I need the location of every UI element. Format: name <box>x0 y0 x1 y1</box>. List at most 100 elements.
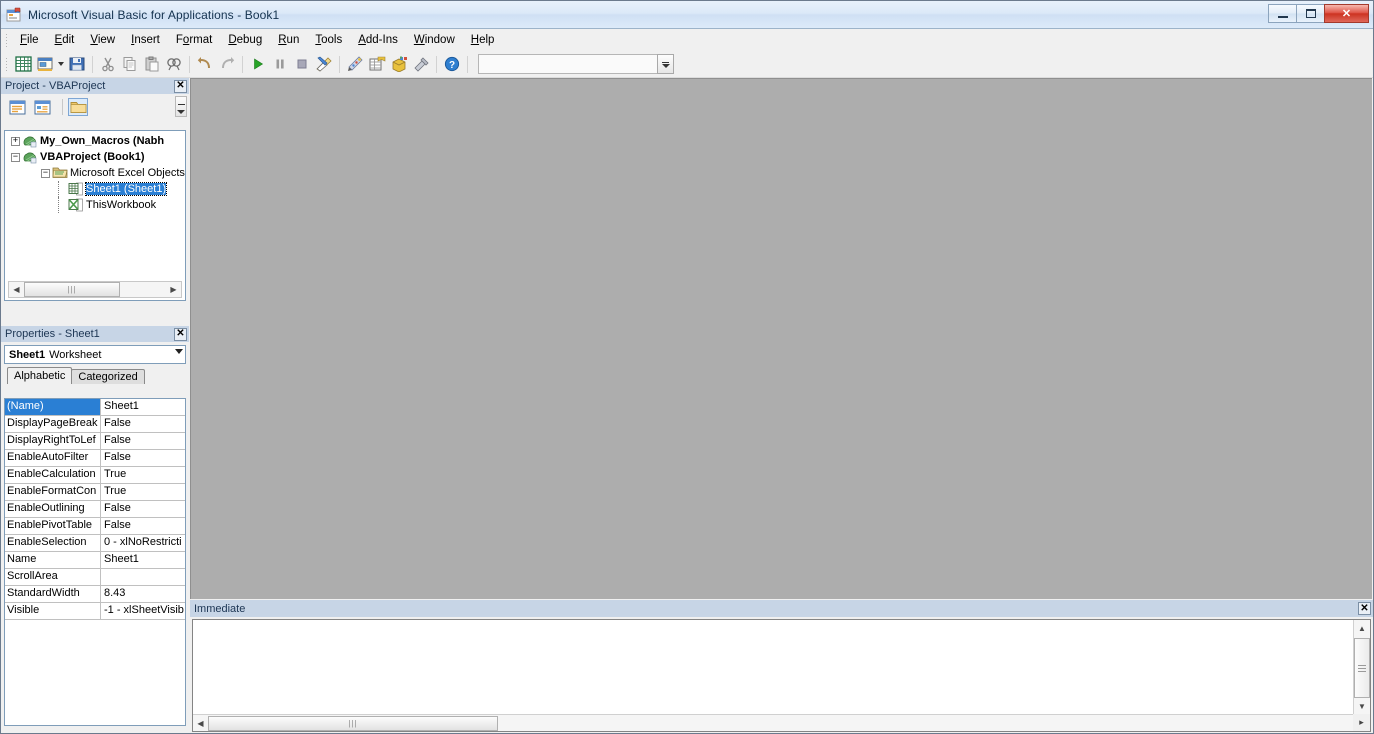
hscroll-thumb[interactable]: ||| <box>208 715 498 731</box>
close-button[interactable]: ✕ <box>1324 4 1369 23</box>
tree-item-excel-objects[interactable]: − Microsoft Excel Objects <box>5 165 185 181</box>
property-value[interactable]: False <box>101 416 185 432</box>
insert-dropdown-icon[interactable] <box>56 53 66 75</box>
property-value[interactable] <box>101 569 185 585</box>
immediate-input[interactable] <box>193 620 1353 714</box>
tree-item-thisworkbook[interactable]: ThisWorkbook <box>5 197 185 213</box>
menu-window[interactable]: Window <box>406 31 463 49</box>
immediate-hscrollbar[interactable]: ◀ ||| <box>193 714 1353 731</box>
collapse-icon[interactable]: − <box>11 152 20 162</box>
project-explorer-close-icon[interactable]: ✕ <box>174 79 187 93</box>
properties-grid[interactable]: (Name) Sheet1 DisplayPageBreak False Dis… <box>4 398 186 726</box>
scroll-down-icon[interactable]: ▼ <box>1354 698 1370 714</box>
table-row[interactable]: Visible -1 - xlSheetVisib <box>5 603 185 620</box>
table-row[interactable]: EnableSelection 0 - xlNoRestricti <box>5 535 185 552</box>
table-row[interactable]: DisplayRightToLef False <box>5 433 185 450</box>
tab-alphabetic[interactable]: Alphabetic <box>7 367 73 384</box>
menu-tools[interactable]: Tools <box>307 31 350 49</box>
project-tree[interactable]: + My_Own_Macros (Nabh − VBAProject (Book… <box>4 130 186 301</box>
property-value[interactable]: False <box>101 501 185 517</box>
menu-view[interactable]: View <box>82 31 123 49</box>
menu-addins[interactable]: Add-Ins <box>350 31 406 49</box>
table-row[interactable]: DisplayPageBreak False <box>5 416 185 433</box>
object-browser-icon[interactable] <box>388 53 410 75</box>
minimize-button[interactable] <box>1268 4 1297 23</box>
property-value[interactable]: 8.43 <box>101 586 185 602</box>
maximize-button[interactable] <box>1296 4 1325 23</box>
expand-icon[interactable]: + <box>11 136 20 146</box>
view-excel-icon[interactable] <box>12 53 34 75</box>
toolbar-grip[interactable] <box>5 57 8 71</box>
table-row[interactable]: EnableFormatCon True <box>5 484 185 501</box>
tree-item-my-own-macros[interactable]: + My_Own_Macros (Nabh <box>5 133 185 149</box>
stop-icon[interactable] <box>291 53 313 75</box>
toolbar-position-combo[interactable] <box>478 54 674 74</box>
menu-grip[interactable] <box>5 33 8 47</box>
scroll-right-icon[interactable]: ▶ <box>166 282 181 297</box>
immediate-close-icon[interactable]: ✕ <box>1358 602 1371 615</box>
menu-insert[interactable]: Insert <box>123 31 168 49</box>
find-icon[interactable] <box>163 53 185 75</box>
table-row[interactable]: StandardWidth 8.43 <box>5 586 185 603</box>
tab-categorized[interactable]: Categorized <box>71 369 145 384</box>
properties-close-icon[interactable]: ✕ <box>174 327 187 341</box>
view-code-icon[interactable] <box>7 98 27 116</box>
mdi-client-area[interactable] <box>190 78 1372 599</box>
vscroll-thumb[interactable] <box>1354 638 1370 698</box>
menu-format[interactable]: Format <box>168 31 220 49</box>
scroll-up-icon[interactable]: ▲ <box>1354 620 1370 636</box>
property-name: EnablePivotTable <box>5 518 101 534</box>
copy-icon[interactable] <box>119 53 141 75</box>
tree-item-vbaproject[interactable]: − VBAProject (Book1) <box>5 149 185 165</box>
run-icon[interactable] <box>247 53 269 75</box>
chevron-down-icon[interactable] <box>175 349 183 354</box>
project-tree-hscrollbar[interactable]: ◀ ||| ▶ <box>8 281 182 298</box>
paste-icon[interactable] <box>141 53 163 75</box>
property-value[interactable]: False <box>101 450 185 466</box>
table-row[interactable]: ScrollArea <box>5 569 185 586</box>
tree-item-sheet1[interactable]: Sheet1 (Sheet1) <box>5 181 185 197</box>
properties-window-icon[interactable] <box>366 53 388 75</box>
help-icon[interactable]: ? <box>441 53 463 75</box>
undo-icon[interactable] <box>194 53 216 75</box>
project-explorer-icon[interactable] <box>344 53 366 75</box>
collapse-icon[interactable]: − <box>41 168 50 178</box>
scroll-left-icon[interactable]: ◀ <box>193 716 208 731</box>
menu-run[interactable]: Run <box>270 31 307 49</box>
property-value[interactable]: True <box>101 484 185 500</box>
table-row[interactable]: EnableCalculation True <box>5 467 185 484</box>
project-explorer-overflow-icon[interactable] <box>175 96 187 117</box>
cut-icon[interactable] <box>97 53 119 75</box>
toolbar-combo-caret-icon[interactable] <box>657 54 674 74</box>
property-name: EnableSelection <box>5 535 101 551</box>
property-value[interactable]: False <box>101 518 185 534</box>
table-row[interactable]: EnablePivotTable False <box>5 518 185 535</box>
table-row[interactable]: EnableOutlining False <box>5 501 185 518</box>
immediate-resize-grip[interactable]: ▸ <box>1353 714 1370 731</box>
property-value[interactable]: True <box>101 467 185 483</box>
toolbox-icon[interactable] <box>410 53 432 75</box>
table-row[interactable]: (Name) Sheet1 <box>5 399 185 416</box>
view-object-icon[interactable] <box>32 98 52 116</box>
property-value[interactable]: Sheet1 <box>101 399 185 415</box>
property-value[interactable]: Sheet1 <box>101 552 185 568</box>
toggle-folders-icon[interactable] <box>68 98 88 116</box>
design-mode-icon[interactable] <box>313 53 335 75</box>
property-value[interactable]: False <box>101 433 185 449</box>
hscroll-thumb[interactable]: ||| <box>24 282 120 297</box>
property-value[interactable]: -1 - xlSheetVisib <box>101 603 185 619</box>
save-icon[interactable] <box>66 53 88 75</box>
table-row[interactable]: Name Sheet1 <box>5 552 185 569</box>
menu-edit[interactable]: Edit <box>47 31 83 49</box>
menu-file[interactable]: File <box>12 31 47 49</box>
pause-icon[interactable] <box>269 53 291 75</box>
properties-object-combo[interactable]: Sheet1 Worksheet <box>4 345 186 364</box>
table-row[interactable]: EnableAutoFilter False <box>5 450 185 467</box>
insert-userform-icon[interactable] <box>34 53 56 75</box>
redo-icon[interactable] <box>216 53 238 75</box>
menu-debug[interactable]: Debug <box>220 31 270 49</box>
property-value[interactable]: 0 - xlNoRestricti <box>101 535 185 551</box>
scroll-left-icon[interactable]: ◀ <box>9 282 24 297</box>
menu-help[interactable]: Help <box>463 31 503 49</box>
immediate-vscrollbar[interactable]: ▲ ▼ <box>1353 620 1370 714</box>
